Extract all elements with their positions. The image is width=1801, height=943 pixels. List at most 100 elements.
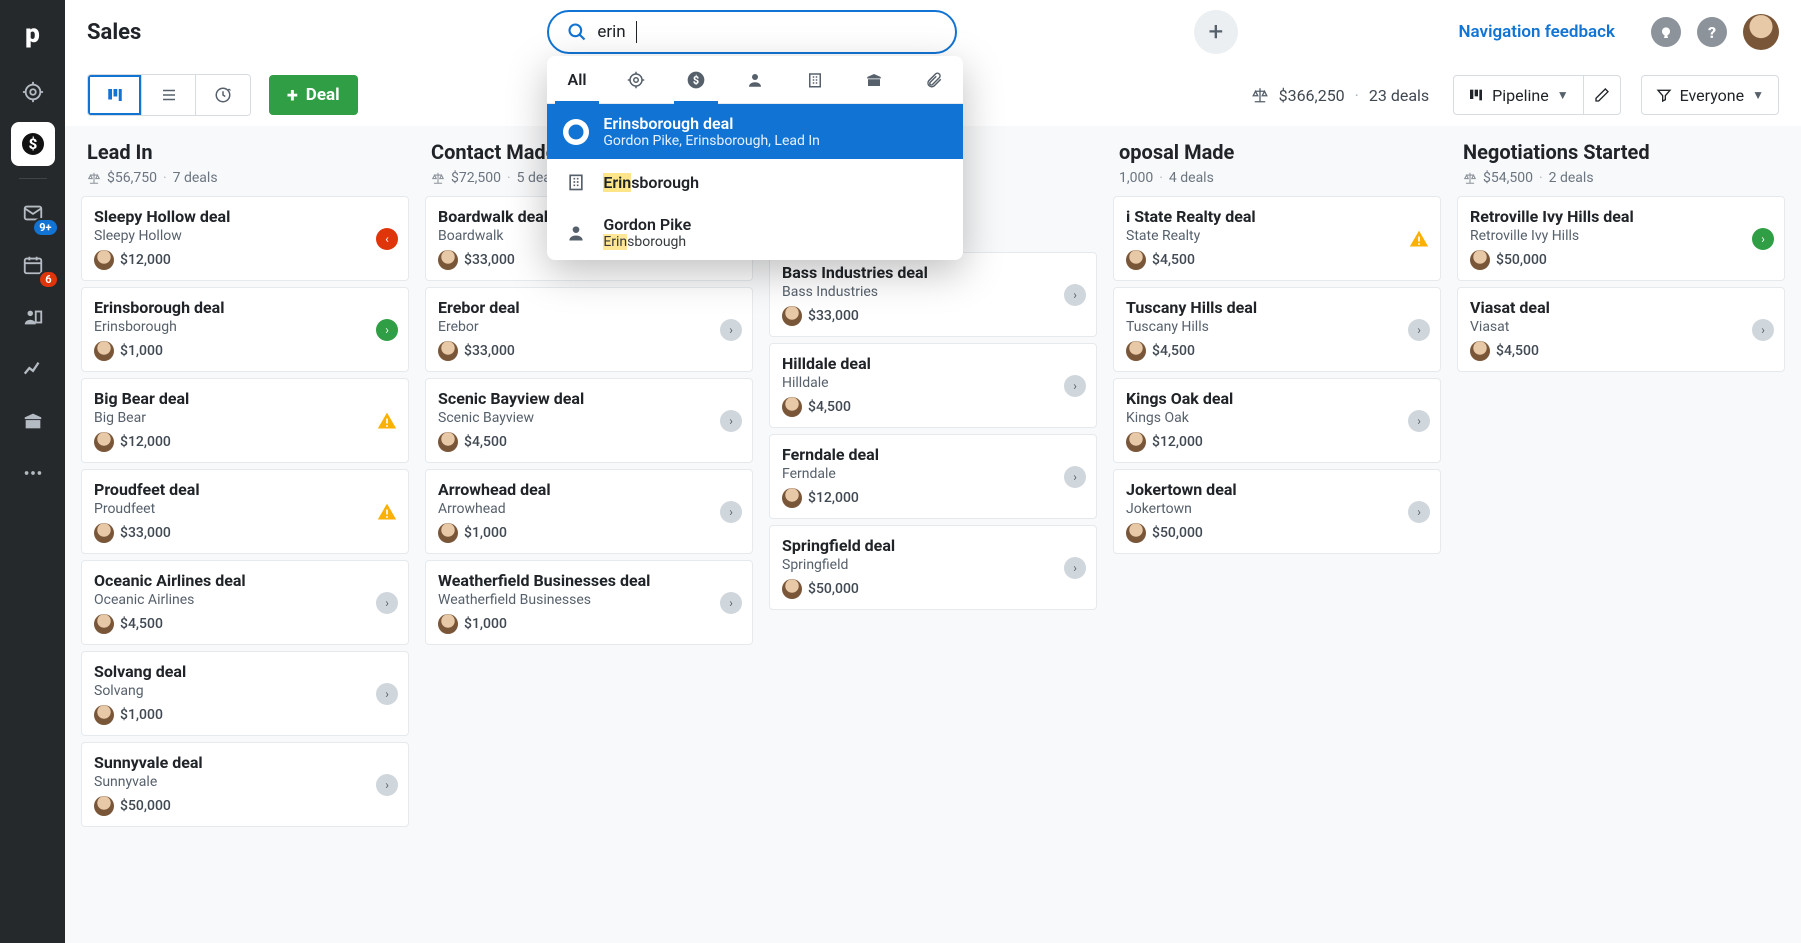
status-indicator: › (720, 410, 742, 432)
search-tab-deals[interactable]: $ (666, 56, 725, 103)
deal-card[interactable]: Sleepy Hollow dealSleepy Hollow$12,000‹ (81, 196, 409, 281)
logo-icon[interactable]: p (11, 12, 55, 56)
sidebar-contacts[interactable] (11, 295, 55, 339)
deal-card[interactable]: Tuscany Hills dealTuscany Hills$4,500› (1113, 287, 1441, 372)
status-indicator: › (720, 501, 742, 523)
deal-card[interactable]: Bass Industries dealBass Industries$33,0… (769, 252, 1097, 337)
contacts-icon (22, 306, 44, 328)
owner-avatar (782, 488, 802, 508)
deal-card[interactable]: Big Bear dealBig Bear$12,000 (81, 378, 409, 463)
sidebar-deals[interactable]: $ (11, 122, 55, 166)
card-title: Oceanic Airlines deal (94, 571, 396, 590)
column-title: Lead In (87, 140, 403, 164)
search-tab-files[interactable] (904, 56, 963, 103)
sidebar-more[interactable] (11, 451, 55, 495)
deal-icon: $ (563, 119, 589, 145)
deal-card[interactable]: Springfield dealSpringfield$50,000› (769, 525, 1097, 610)
search-tab-leads[interactable] (607, 56, 666, 103)
search-tab-people[interactable] (726, 56, 785, 103)
deal-card[interactable]: Jokertown dealJokertown$50,000› (1113, 469, 1441, 554)
mail-badge: 9+ (32, 218, 58, 237)
owner-avatar (94, 523, 114, 543)
card-org: Viasat (1470, 319, 1772, 335)
status-indicator: › (1064, 466, 1086, 488)
card-org: Jokertown (1126, 501, 1428, 517)
scale-icon (1251, 86, 1269, 104)
view-list[interactable] (142, 75, 196, 115)
owner-avatar (1126, 523, 1146, 543)
summary: $366,250 · 23 deals (1251, 86, 1430, 105)
search-tab-all[interactable]: All (547, 56, 606, 103)
nav-feedback-link[interactable]: Navigation feedback (1459, 22, 1615, 42)
view-forecast[interactable] (196, 75, 250, 115)
card-title: Erebor deal (438, 298, 740, 317)
deal-card[interactable]: Hilldale dealHilldale$4,500› (769, 343, 1097, 428)
card-amount: $12,000 (120, 434, 171, 450)
sidebar-leads[interactable] (11, 70, 55, 114)
search-result[interactable]: $Erinsborough dealGordon Pike, Erinsboro… (547, 104, 963, 159)
deal-card[interactable]: Erebor dealErebor$33,000› (425, 287, 753, 372)
sidebar-products[interactable] (11, 399, 55, 443)
pipeline-selector[interactable]: Pipeline▼ (1453, 75, 1583, 115)
target-icon (627, 71, 645, 89)
card-amount: $33,000 (464, 252, 515, 268)
deal-card[interactable]: Weatherfield Businesses dealWeatherfield… (425, 560, 753, 645)
status-indicator: › (1064, 284, 1086, 306)
kanban-icon (106, 86, 124, 104)
quick-add-button[interactable]: + (1194, 10, 1238, 54)
deal-card[interactable]: Arrowhead dealArrowhead$1,000› (425, 469, 753, 554)
status-indicator: › (1064, 557, 1086, 579)
search-result[interactable]: Erinsborough (547, 159, 963, 205)
help-icon[interactable]: ? (1697, 17, 1727, 47)
card-title: Big Bear deal (94, 389, 396, 408)
sidebar-calendar[interactable]: 6 (11, 243, 55, 287)
assistant-icon[interactable] (1651, 17, 1681, 47)
sidebar: p $ 9+ 6 (0, 0, 65, 943)
sidebar-insights[interactable] (11, 347, 55, 391)
owner-avatar (782, 579, 802, 599)
search-tab-products[interactable] (844, 56, 903, 103)
card-amount: $1,000 (464, 616, 507, 632)
search-result[interactable]: Gordon PikeErinsborough (547, 205, 963, 260)
deal-card[interactable]: Ferndale dealFerndale$12,000› (769, 434, 1097, 519)
card-org: Ferndale (782, 466, 1084, 482)
status-indicator: › (1408, 410, 1430, 432)
deal-card[interactable]: Retroville Ivy Hills dealRetroville Ivy … (1457, 196, 1785, 281)
card-amount: $50,000 (120, 798, 171, 814)
attachment-icon (925, 71, 943, 89)
deal-card[interactable]: Sunnyvale dealSunnyvale$50,000› (81, 742, 409, 827)
card-org: Sunnyvale (94, 774, 396, 790)
deal-card[interactable]: Viasat dealViasat$4,500› (1457, 287, 1785, 372)
pipeline-column: Lead In $56,750 · 7 dealsSleepy Hollow d… (77, 132, 413, 923)
pencil-icon (1594, 87, 1610, 103)
deal-card[interactable]: i State Realty dealState Realty$4,500 (1113, 196, 1441, 281)
status-indicator: › (376, 592, 398, 614)
status-indicator: › (376, 319, 398, 341)
user-avatar[interactable] (1743, 14, 1779, 50)
owner-avatar (438, 341, 458, 361)
deal-card[interactable]: Proudfeet dealProudfeet$33,000 (81, 469, 409, 554)
svg-text:$: $ (693, 73, 699, 86)
card-amount: $50,000 (1152, 525, 1203, 541)
owner-filter[interactable]: Everyone▼ (1641, 75, 1779, 115)
deal-card[interactable]: Scenic Bayview dealScenic Bayview$4,500› (425, 378, 753, 463)
edit-pipeline-button[interactable] (1584, 75, 1621, 115)
divider (19, 178, 47, 179)
view-kanban[interactable] (88, 75, 142, 115)
deal-card[interactable]: Solvang dealSolvang$1,000› (81, 651, 409, 736)
svg-text:$: $ (574, 127, 580, 138)
add-deal-button[interactable]: +Deal (269, 75, 358, 115)
sidebar-mail[interactable]: 9+ (11, 191, 55, 235)
pipeline-column: Negotiations Started $54,500 · 2 dealsRe… (1453, 132, 1789, 923)
card-amount: $4,500 (120, 616, 163, 632)
status-indicator: › (1752, 319, 1774, 341)
column-title: oposal Made (1119, 140, 1435, 164)
search-tab-orgs[interactable] (785, 56, 844, 103)
card-title: Ferndale deal (782, 445, 1084, 464)
warning-icon (376, 410, 398, 432)
deal-card[interactable]: Erinsborough dealErinsborough$1,000› (81, 287, 409, 372)
deal-card[interactable]: Kings Oak dealKings Oak$12,000› (1113, 378, 1441, 463)
card-org: Kings Oak (1126, 410, 1428, 426)
search-input[interactable]: erin (547, 10, 957, 54)
deal-card[interactable]: Oceanic Airlines dealOceanic Airlines$4,… (81, 560, 409, 645)
